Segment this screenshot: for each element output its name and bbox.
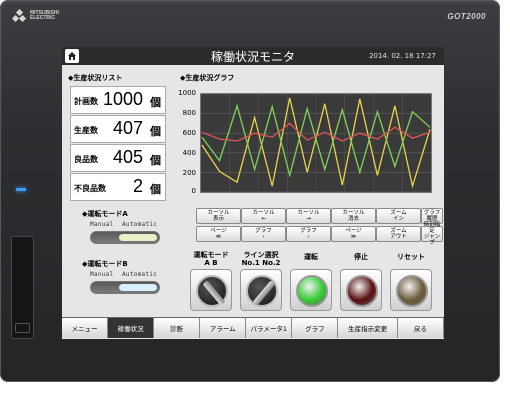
y-tick-label: 200 [182,169,196,177]
production-value: 407 [112,118,143,138]
mode-selector-knob-icon [196,275,228,307]
y-tick-label: 0 [191,187,196,195]
mode-b-title: ◆運転モードB [82,260,128,268]
trend-graph-svg [201,93,431,193]
y-tick-label: 600 [182,129,196,137]
graph-title: ◆生産状況グラフ [180,74,235,82]
stop-lamp-icon [346,275,378,307]
trend-graph[interactable] [200,93,432,193]
graph-next-button[interactable]: グラフ › [286,226,331,242]
nav-production-order[interactable]: 生産指示変更 [338,318,398,338]
title-bar: 稼働状況モニタ 2014. 02. 18 17:27 [62,47,444,65]
production-label: 良品数 [74,155,98,164]
mode-selector-switch[interactable] [190,269,232,311]
mode-b-auto-label: Automatic [122,271,158,278]
mitsubishi-logo-icon [11,8,27,23]
run-label: 運転 [304,253,318,261]
usb-cover[interactable] [11,236,34,339]
graph-prev-button[interactable]: グラフ ‹ [241,226,286,242]
mode-a-title: ◆運転モードA [82,210,128,218]
production-row-produced: 生産数 407 個 [70,115,166,143]
mode-selector-label: 運転モード A B [193,251,229,267]
production-value: 2 [132,176,143,196]
reset-label: リセット [397,253,425,261]
nav-diagnosis[interactable]: 診断 [154,318,201,338]
page-next-button[interactable]: ページ ≫ [331,226,376,242]
production-value: 1000 [102,89,143,109]
run-lamp-icon [296,275,328,307]
production-label: 不良品数 [74,184,106,193]
production-unit: 個 [150,96,161,109]
production-unit: 個 [150,154,161,167]
datetime: 2014. 02. 18 17:27 [369,52,436,60]
production-unit: 個 [150,183,161,196]
brand: MITSUBISHI ELECTRIC [11,8,59,23]
usb-cover-button[interactable] [15,323,30,333]
hmi-screen: 稼働状況モニタ 2014. 02. 18 17:27 ◆生産状況リスト 計画数 … [62,47,444,339]
production-row-defect: 不良品数 2 個 [70,173,166,201]
production-label: 生産数 [74,126,98,135]
power-led [16,188,26,191]
mode-b-switch-knob [119,284,157,291]
production-row-good: 良品数 405 個 [70,144,166,172]
mode-a-switch-knob [119,234,157,241]
page-prev-button[interactable]: ページ ≪ [196,226,241,242]
mode-a-auto-label: Automatic [122,221,158,228]
nav-alarm[interactable]: アラーム [200,318,247,338]
production-unit: 個 [150,125,161,138]
nav-back[interactable]: 戻る [397,318,444,338]
cursor-show-button[interactable]: カーソル 表示 [196,208,241,224]
mode-b-manual-label: Manual [90,271,114,278]
reset-button[interactable] [390,269,432,311]
zoom-out-button[interactable]: ズーム アウト [376,226,421,242]
nav-operation-status[interactable]: 稼働状況 [108,318,155,338]
nav-graph[interactable]: グラフ [292,318,339,338]
cursor-left-button[interactable]: カーソル ← [241,208,286,224]
mode-a-manual-label: Manual [90,221,114,228]
line-select-label: ライン選択 No.1 No.2 [241,251,281,267]
stop-button[interactable] [340,269,382,311]
hmi-bezel: MITSUBISHI ELECTRIC GOT2000 稼働状況モニタ 2014… [0,0,500,382]
time-jump-button[interactable]: 時刻指定 ジャンプ [421,222,443,246]
cursor-clear-button[interactable]: カーソル 消去 [331,208,376,224]
reset-lamp-icon [396,275,428,307]
run-button[interactable] [290,269,332,311]
production-table: 計画数 1000 個 生産数 407 個 良品数 405 個 不良品数 2 個 [70,86,166,202]
y-tick-label: 800 [182,109,196,117]
production-row-plan: 計画数 1000 個 [70,86,166,114]
brand-text: MITSUBISHI ELECTRIC [30,10,59,21]
line-select-knob-icon [246,275,278,307]
y-tick-label: 1000 [178,89,196,97]
y-tick-label: 400 [182,149,196,157]
bottom-nav: メニュー 稼働状況 診断 アラーム パラメータ1 グラフ 生産指示変更 戻る [62,317,444,338]
production-list-title: ◆生産状況リスト [68,74,123,82]
stop-label: 停止 [354,253,368,261]
production-value: 405 [112,147,143,167]
model-label: GOT2000 [447,12,486,21]
mode-a-switch[interactable] [90,231,160,244]
production-label: 計画数 [74,97,98,106]
nav-parameter1[interactable]: パラメータ1 [246,318,293,338]
mode-b-switch[interactable] [90,281,160,294]
cursor-right-button[interactable]: カーソル → [286,208,331,224]
zoom-in-button[interactable]: ズーム イン [376,208,421,224]
line-select-switch[interactable] [240,269,282,311]
nav-menu[interactable]: メニュー [62,318,109,338]
